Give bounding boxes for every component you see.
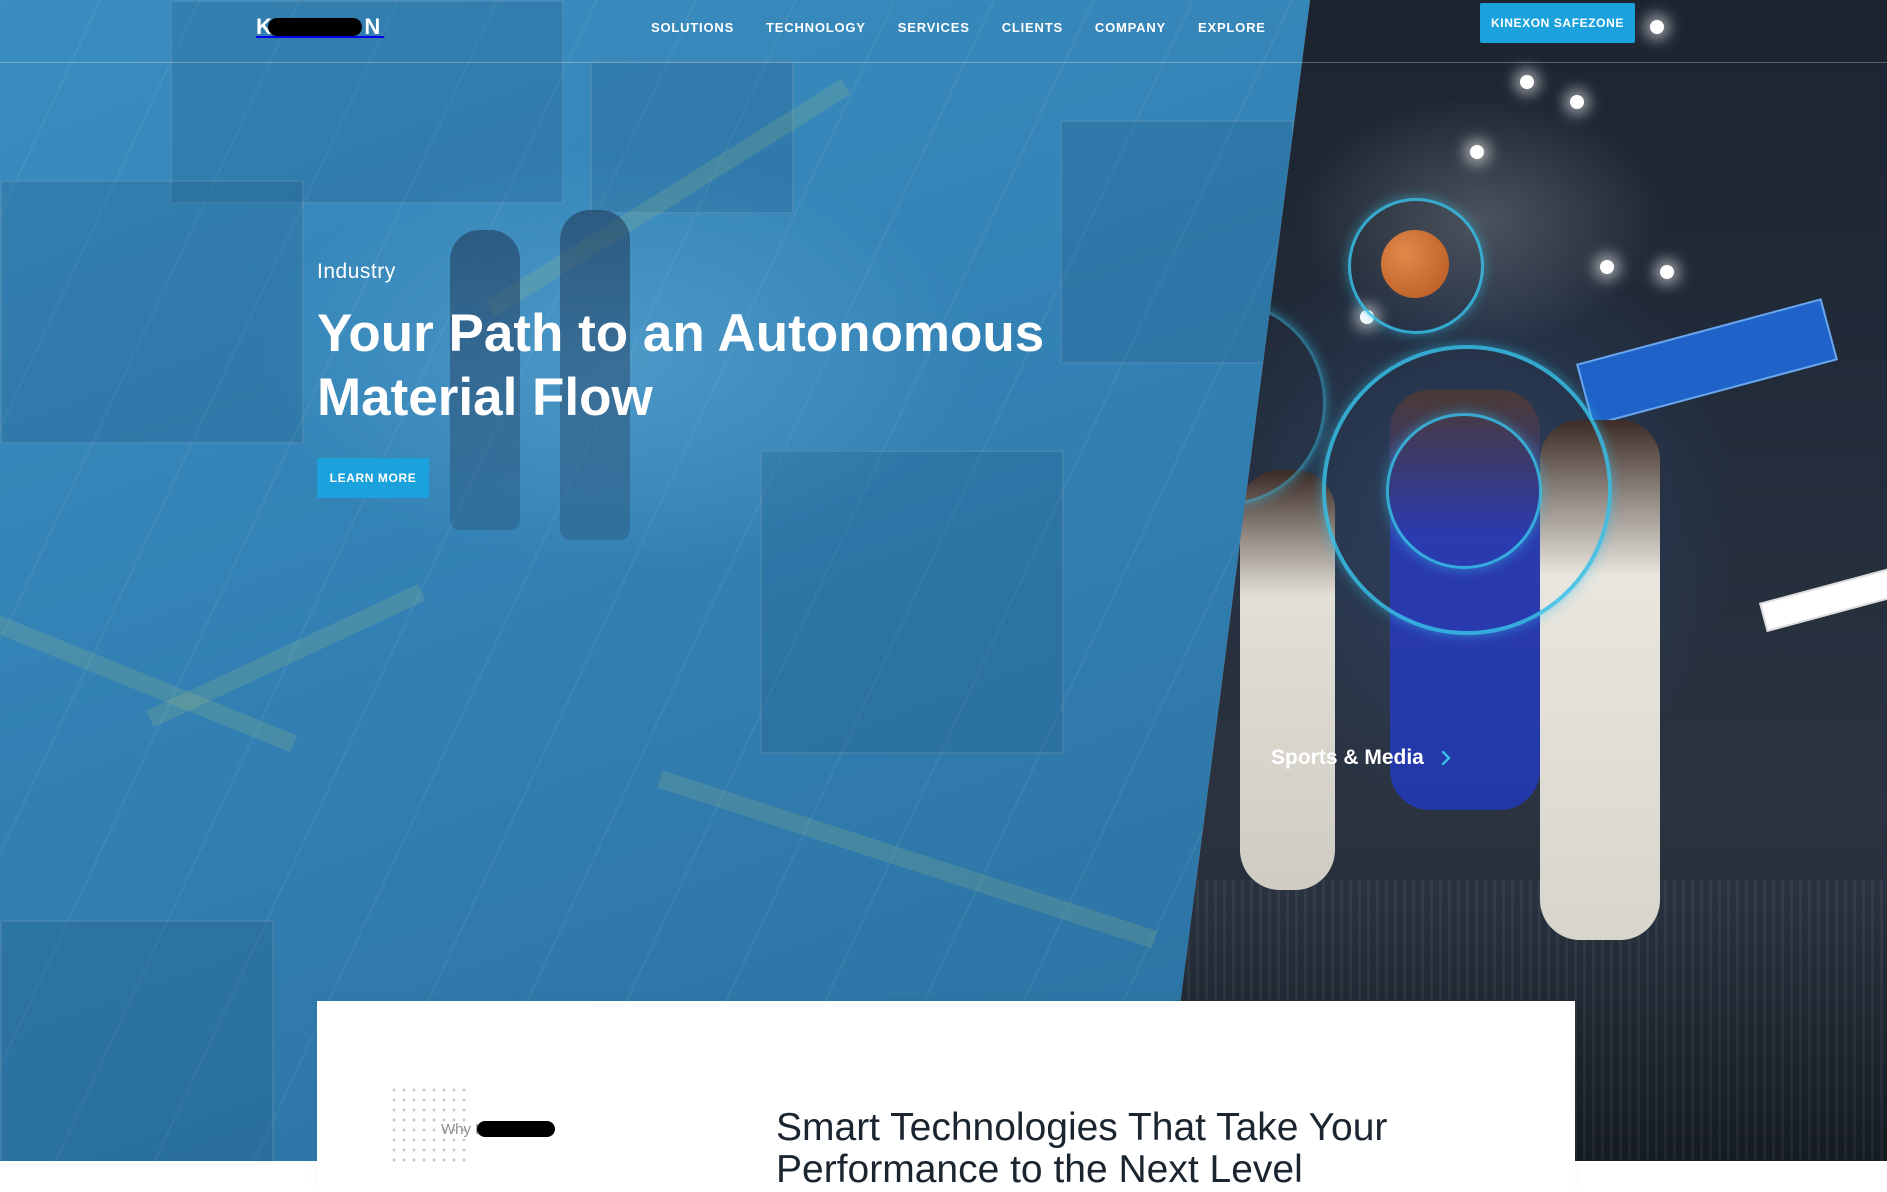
nav-item-technology: TECHNOLOGY: [766, 19, 866, 37]
nav-item-clients: CLIENTS: [1002, 19, 1063, 37]
hero-headline: Your Path to an Autonomous Material Flow: [317, 302, 1077, 430]
redaction-mark: [268, 18, 362, 36]
hero-section: [0, 0, 1887, 1161]
learn-more-button[interactable]: LEARN MORE: [317, 458, 429, 498]
nav-link-technology[interactable]: TECHNOLOGY: [766, 20, 866, 35]
safezone-button[interactable]: KINEXON SAFEZONE: [1480, 3, 1635, 43]
nav-item-explore: EXPLORE: [1198, 19, 1266, 37]
redaction-mark: [477, 1121, 555, 1137]
why-heading-line-2: Performance to the Next Level: [776, 1148, 1303, 1191]
hero-headline-line-2: Material Flow: [317, 368, 653, 427]
hero-headline-line-1: Your Path to an Autonomous: [317, 304, 1045, 363]
hero-content: Industry Your Path to an Autonomous Mate…: [317, 260, 1077, 498]
why-heading-line-1: Smart Technologies That Take Your: [776, 1106, 1388, 1149]
why-section-heading: Smart Technologies That Take Your Perfor…: [776, 1107, 1476, 1191]
nav-item-services: SERVICES: [898, 19, 970, 37]
nav-item-company: COMPANY: [1095, 19, 1166, 37]
page: KINEXON SOLUTIONS TECHNOLOGY SERVICES CL…: [0, 0, 1887, 1192]
why-section-card: Why KINEXON Smart Technologies That Take…: [317, 1001, 1575, 1192]
nav-link-services[interactable]: SERVICES: [898, 20, 970, 35]
brand-logo[interactable]: KINEXON: [256, 14, 384, 40]
chevron-right-icon: [1438, 750, 1454, 766]
nav-item-solutions: SOLUTIONS: [651, 19, 734, 37]
main-menu: SOLUTIONS TECHNOLOGY SERVICES CLIENTS CO…: [651, 19, 1266, 37]
top-navigation: KINEXON SOLUTIONS TECHNOLOGY SERVICES CL…: [0, 0, 1887, 63]
nav-link-solutions[interactable]: SOLUTIONS: [651, 20, 734, 35]
nav-link-clients[interactable]: CLIENTS: [1002, 20, 1063, 35]
why-label: Why KINEXON: [441, 1121, 555, 1138]
nav-link-explore[interactable]: EXPLORE: [1198, 20, 1266, 35]
sports-media-link[interactable]: Sports & Media: [1271, 746, 1454, 770]
hero-eyebrow: Industry: [317, 260, 396, 283]
sports-media-label: Sports & Media: [1271, 746, 1424, 769]
nav-link-company[interactable]: COMPANY: [1095, 20, 1166, 35]
